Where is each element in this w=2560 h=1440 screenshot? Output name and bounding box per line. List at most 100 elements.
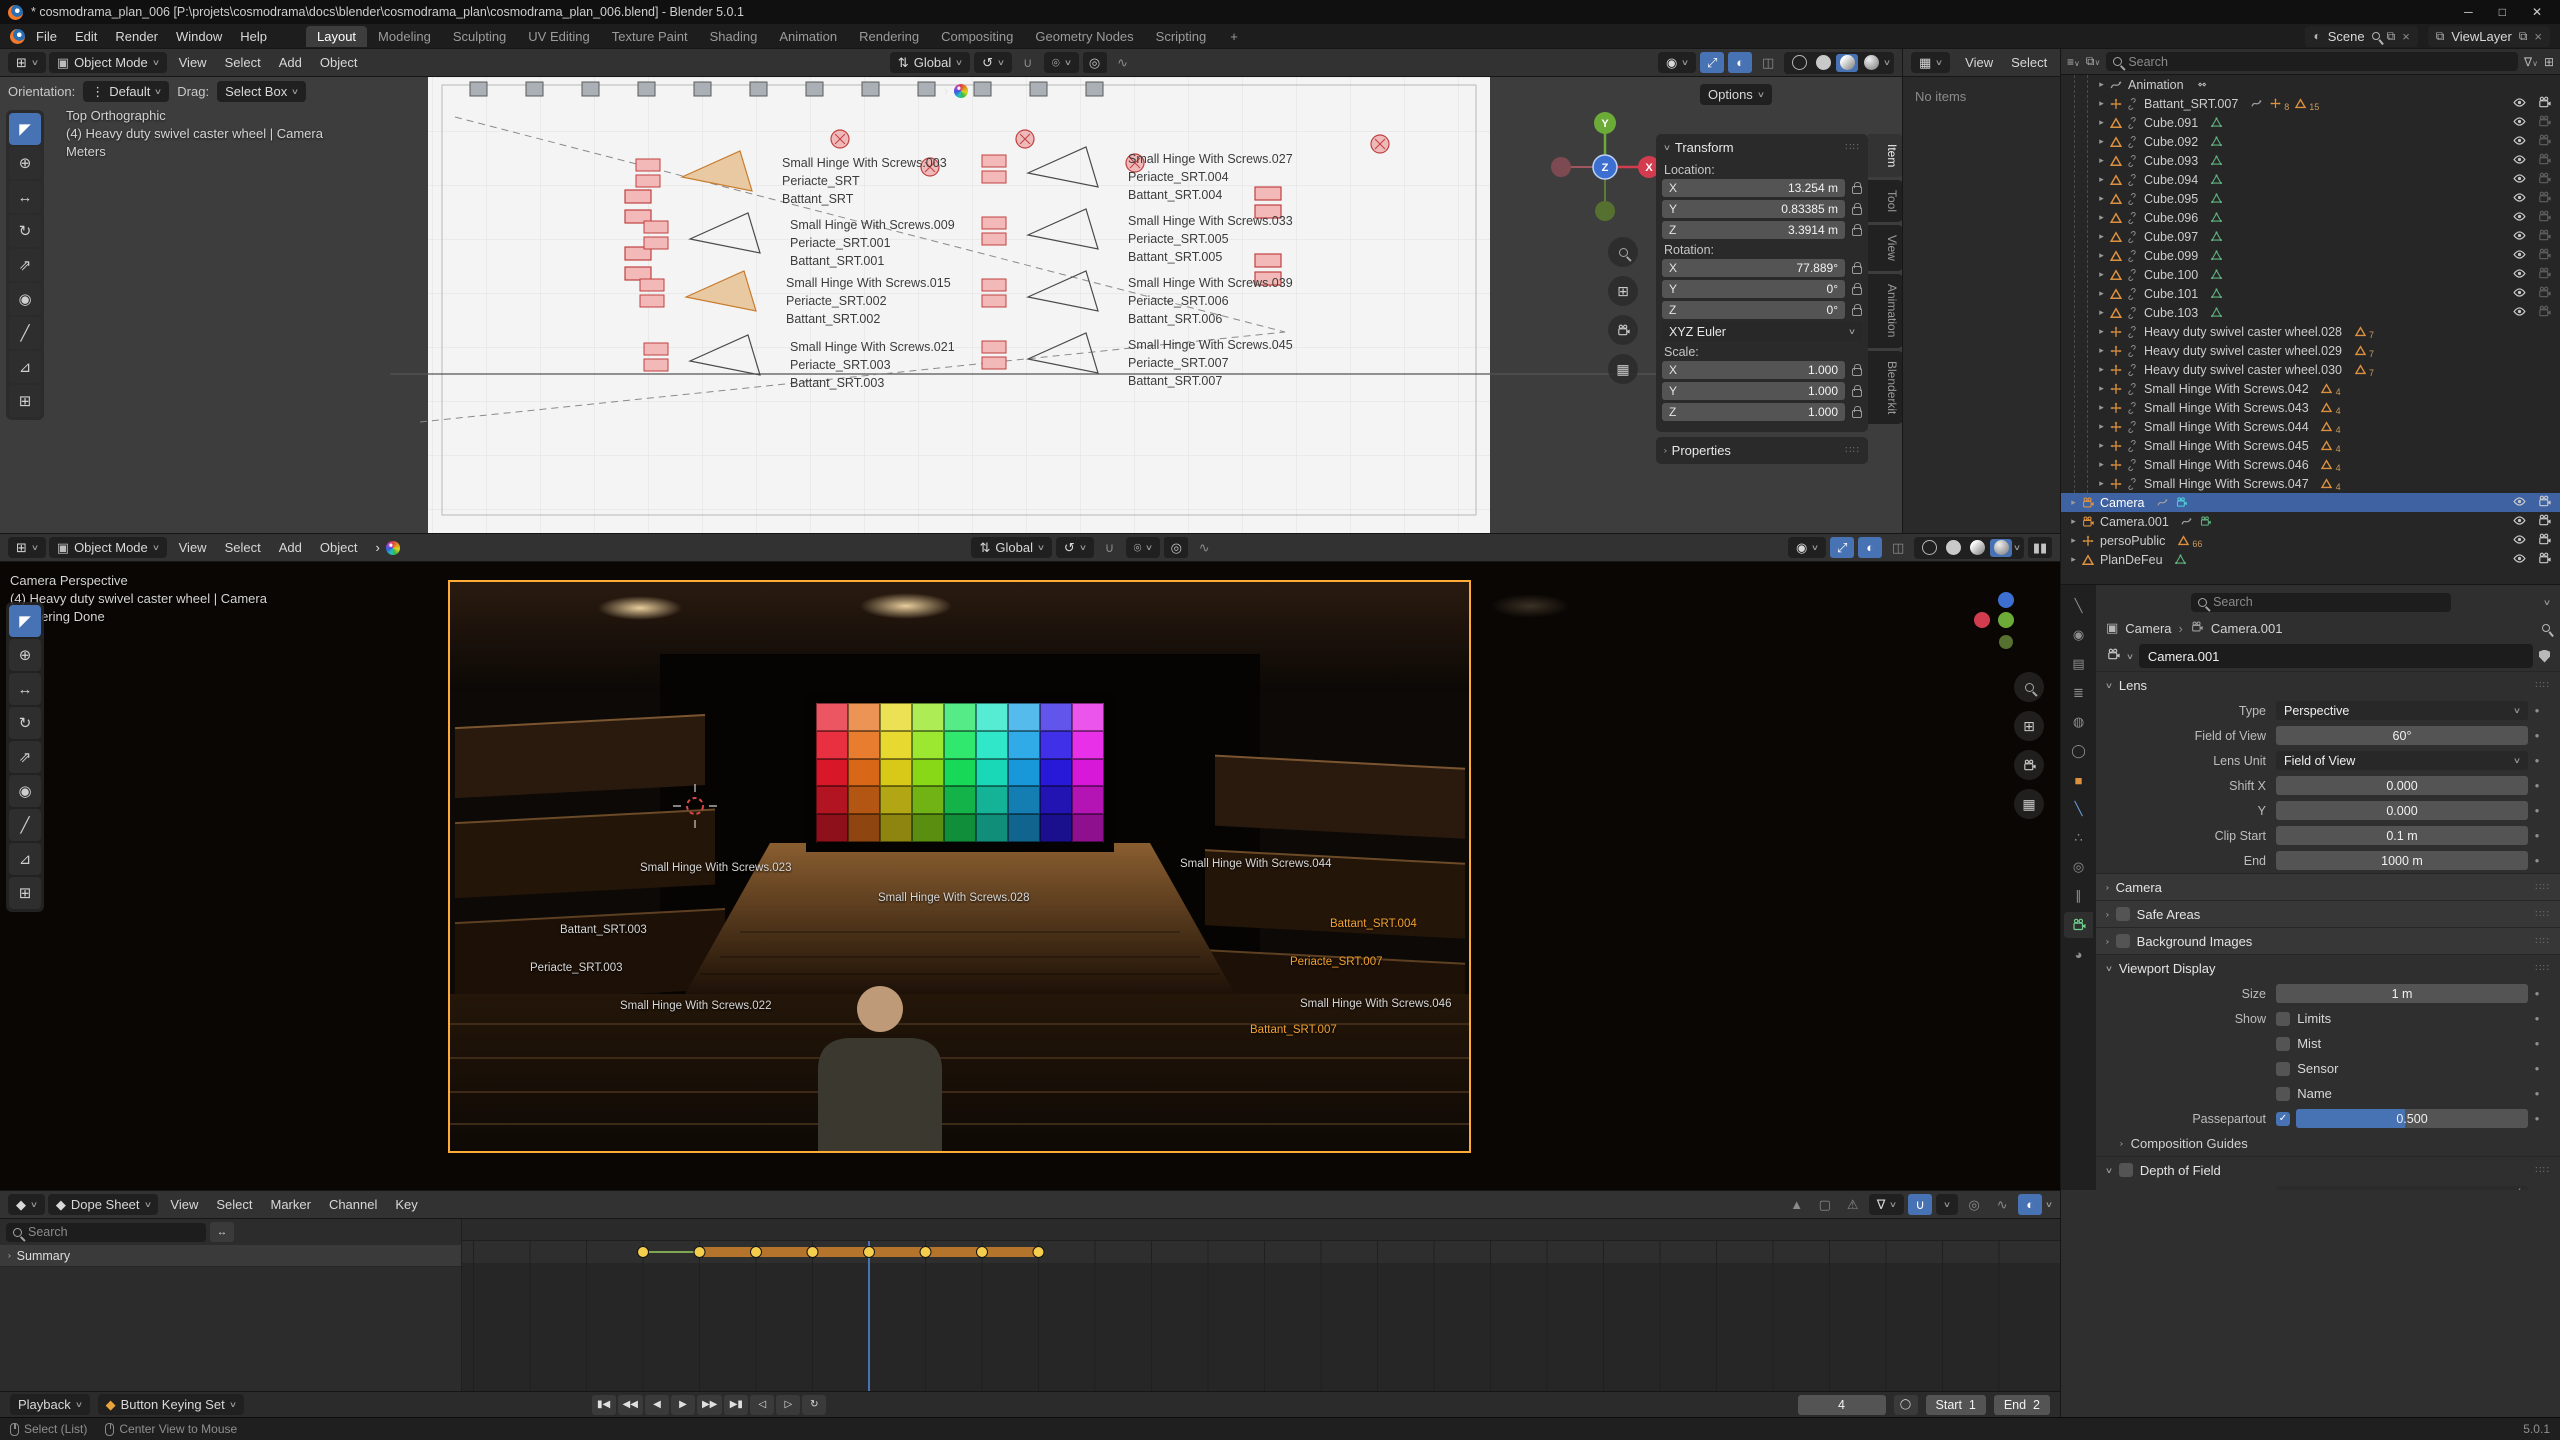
properties-tab-world[interactable]: ◯ xyxy=(2064,738,2093,764)
disable-render-icon[interactable] xyxy=(2537,133,2552,151)
disable-render-icon[interactable] xyxy=(2537,513,2552,531)
mode-dropdown[interactable]: ▣Object Mode∨ xyxy=(49,52,167,73)
disable-render-icon[interactable] xyxy=(2537,209,2552,227)
disable-render-icon[interactable] xyxy=(2537,190,2552,208)
sidebar-tab-item[interactable]: Item xyxy=(1868,134,1903,177)
expand-caret-icon[interactable]: ▸ xyxy=(2095,193,2108,204)
object-visibility-dropdown[interactable]: ◉∨ xyxy=(1788,537,1826,558)
ortho-toggle-button[interactable]: ▦ xyxy=(1608,354,1638,384)
disable-render-icon[interactable] xyxy=(2537,247,2552,265)
properties-tab-particles[interactable]: ∴ xyxy=(2064,825,2093,851)
overlays-toggle[interactable]: ◐ xyxy=(1728,52,1752,73)
tool-rotate-button[interactable]: ↻ xyxy=(9,215,41,247)
app-menu-help[interactable]: Help xyxy=(231,27,276,46)
proportional-editing-toggle[interactable]: ◎ xyxy=(1962,1194,1986,1215)
keying-set-dropdown[interactable]: ◆Button Keying Set∨ xyxy=(98,1394,244,1415)
lock-icon[interactable] xyxy=(1852,266,1862,274)
properties-tab-tool[interactable]: ╲ xyxy=(2064,593,2093,619)
lock-icon[interactable] xyxy=(1852,308,1862,316)
frame-end-field[interactable]: End 2 xyxy=(1994,1395,2050,1415)
viewport-cam-content[interactable]: Small Hinge With Screws.023Small Hinge W… xyxy=(0,562,2060,1190)
tool-add-cube-button[interactable]: ⊞ xyxy=(9,877,41,909)
outliner-row[interactable]: ▸Small Hinge With Screws.0444 xyxy=(2061,417,2560,436)
tool-cursor-button[interactable]: ⊕ xyxy=(9,147,41,179)
outliner-row[interactable]: ▸Camera xyxy=(2061,493,2560,512)
outliner-row[interactable]: ▸PlanDeFeu xyxy=(2061,550,2560,569)
snap-dropdown[interactable]: ⌾∨ xyxy=(1044,52,1079,73)
outliner-row[interactable]: ▸Cube.092 xyxy=(2061,132,2560,151)
outliner-row[interactable]: ▸Cube.100 xyxy=(2061,265,2560,284)
shading-material-preview[interactable] xyxy=(1836,54,1858,72)
workspace-tab-rendering[interactable]: Rendering xyxy=(848,26,930,47)
outliner-row[interactable]: ▸Cube.101 xyxy=(2061,284,2560,303)
animate-dot-icon[interactable]: ● xyxy=(2528,1064,2546,1073)
collapse-icon[interactable]: › xyxy=(2119,1139,2123,1148)
disable-render-icon[interactable] xyxy=(2537,551,2552,569)
fake-user-shield-icon[interactable] xyxy=(2539,650,2550,663)
expand-caret-icon[interactable]: ▸ xyxy=(2095,364,2108,375)
disable-render-icon[interactable] xyxy=(2537,171,2552,189)
properties-tab-constraint[interactable]: ∥ xyxy=(2064,883,2093,909)
lens-lens-unit-field[interactable]: Field of View∨ xyxy=(2276,751,2528,770)
tool-annotate-button[interactable]: ╱ xyxy=(9,809,41,841)
expand-search-icon[interactable]: ↔ xyxy=(210,1222,234,1242)
lock-icon[interactable] xyxy=(1852,410,1862,418)
show-limits-checkbox[interactable] xyxy=(2276,1012,2290,1026)
outliner-row[interactable]: ▸Small Hinge With Screws.0464 xyxy=(2061,455,2560,474)
collapse-icon[interactable]: › xyxy=(2105,937,2109,946)
blender-menu-icon[interactable] xyxy=(10,29,25,44)
menu-select[interactable]: Select xyxy=(216,538,270,557)
expand-caret-icon[interactable]: ▸ xyxy=(2095,98,2108,109)
lens-type-field[interactable]: Perspective∨ xyxy=(2276,701,2528,720)
expand-caret-icon[interactable]: ▸ xyxy=(2095,269,2108,280)
outliner-row[interactable]: ▸Camera.001 xyxy=(2061,512,2560,531)
disable-render-icon[interactable] xyxy=(2537,152,2552,170)
collapse-icon[interactable]: ∨ xyxy=(2105,1166,2113,1175)
outliner-row[interactable]: ▸Small Hinge With Screws.0454 xyxy=(2061,436,2560,455)
properties-tab-modifier[interactable]: ╲ xyxy=(2064,796,2093,822)
disable-render-icon[interactable] xyxy=(2537,285,2552,303)
sidebar-tab-blenderkit[interactable]: Blenderkit xyxy=(1868,351,1903,424)
editor-type-button[interactable]: ⊞∨ xyxy=(8,52,46,73)
passepartout-checkbox[interactable]: ✓ xyxy=(2276,1112,2290,1126)
scale-x-field[interactable]: X1.000 xyxy=(1662,361,1845,379)
tool-annotate-button[interactable]: ╱ xyxy=(9,317,41,349)
scale-z-field[interactable]: Z1.000 xyxy=(1662,403,1845,421)
unlink-icon[interactable]: × xyxy=(2402,29,2410,44)
expand-caret-icon[interactable]: ▸ xyxy=(2067,516,2080,527)
hide-eye-icon[interactable] xyxy=(2512,285,2527,303)
location-z-field[interactable]: Z3.3914 m xyxy=(1662,221,1845,239)
viewport-top-orthographic[interactable]: ⊞∨ ▣Object Mode∨ ViewSelectAddObject ⇅Gl… xyxy=(0,49,1903,533)
outliner-row[interactable]: ▸Cube.099 xyxy=(2061,246,2560,265)
lens-y-field[interactable]: 0.000 xyxy=(2276,801,2528,820)
lens-end-field[interactable]: 1000 m xyxy=(2276,851,2528,870)
properties-tab-view-layer[interactable]: ≣ xyxy=(2064,680,2093,706)
collapse-icon[interactable]: ∨ xyxy=(2105,681,2113,690)
snap-toggle[interactable]: ∪ xyxy=(1908,1194,1932,1215)
expand-caret-icon[interactable]: ▸ xyxy=(2095,478,2108,489)
disable-render-icon[interactable] xyxy=(2537,532,2552,550)
hide-eye-icon[interactable] xyxy=(2512,247,2527,265)
outliner-row[interactable]: ▸Cube.093 xyxy=(2061,151,2560,170)
xray-toggle[interactable]: ◫ xyxy=(1886,537,1910,558)
menu-add[interactable]: Add xyxy=(270,53,311,72)
shading-wireframe[interactable] xyxy=(1918,539,1940,557)
menu-view[interactable]: View xyxy=(170,538,216,557)
outliner-row[interactable]: ▸Heavy duty swivel caster wheel.0297 xyxy=(2061,341,2560,360)
disable-render-icon[interactable] xyxy=(2537,494,2552,512)
maximize-button[interactable]: □ xyxy=(2499,5,2506,19)
gizmos-toggle[interactable]: ⤢ xyxy=(1700,52,1724,73)
remove-icon[interactable]: × xyxy=(2534,29,2542,44)
scale-y-field[interactable]: Y1.000 xyxy=(1662,382,1845,400)
collapse-icon[interactable]: › xyxy=(2105,910,2109,919)
outliner-row[interactable]: ▸Cube.097 xyxy=(2061,227,2560,246)
proportional-falloff-dropdown[interactable]: ∿ xyxy=(1111,52,1135,73)
animate-dot-icon[interactable]: ● xyxy=(2528,781,2546,790)
proportional-falloff-dropdown[interactable]: ∿ xyxy=(1192,537,1216,558)
expand-caret-icon[interactable]: ▸ xyxy=(2095,79,2108,90)
object-visibility-dropdown[interactable]: ◉∨ xyxy=(1658,52,1696,73)
animate-dot-icon[interactable]: ● xyxy=(2528,756,2546,765)
expand-caret-icon[interactable]: ▸ xyxy=(2095,231,2108,242)
animate-dot-icon[interactable]: ● xyxy=(2528,706,2546,715)
lock-icon[interactable] xyxy=(1852,186,1862,194)
